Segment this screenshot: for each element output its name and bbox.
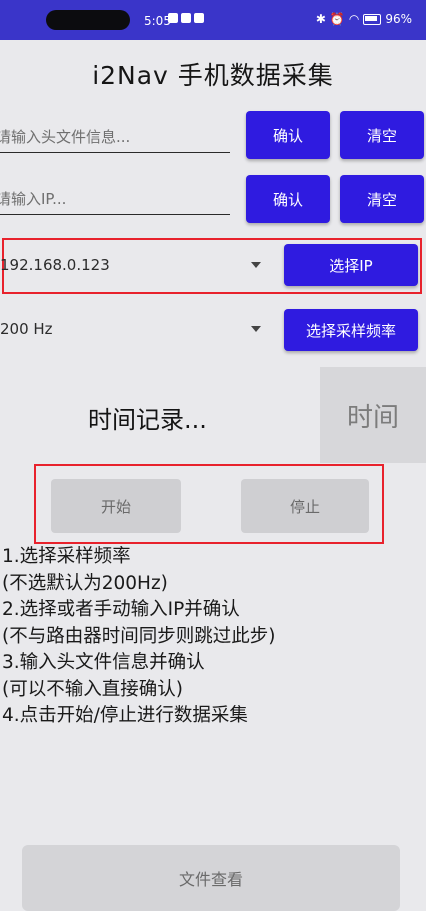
bluetooth-icon: ✱ (315, 12, 326, 26)
instruction-line: (不与路由器时间同步则跳过此步) (2, 625, 276, 647)
instruction-line: (可以不输入直接确认) (2, 678, 183, 700)
stop-button[interactable]: 停止 (241, 479, 369, 533)
notification-icon (194, 13, 204, 23)
rate-spinner[interactable]: 200 Hz (0, 320, 53, 338)
app-screen: 5:05 ✱ ⏰ ◠ 96% i2Nav 手机数据采集 确认 清空 确认 清空 … (0, 0, 426, 911)
wifi-icon: ◠ (348, 12, 360, 26)
status-time: 5:05 (144, 14, 171, 28)
time-record-label: 时间记录... (88, 406, 207, 434)
ip-clear-button[interactable]: 清空 (340, 175, 424, 223)
battery-icon (363, 13, 382, 25)
app-title: i2Nav 手机数据采集 (92, 61, 334, 90)
instructions: 1.选择采样频率 (不选默认为200Hz) 2.选择或者手动输入IP并确认 (不… (2, 544, 422, 730)
file-view-button[interactable]: 文件查看 (22, 845, 400, 911)
notification-icon (168, 13, 178, 23)
camera-cutout (46, 10, 130, 30)
ip-input[interactable] (0, 184, 230, 215)
header-info-input[interactable] (0, 122, 230, 153)
instruction-line: 1.选择采样频率 (2, 546, 131, 567)
notification-icons (168, 13, 204, 23)
chevron-down-icon[interactable] (251, 326, 261, 332)
chevron-down-icon[interactable] (251, 262, 261, 268)
alarm-icon: ⏰ (329, 12, 345, 26)
time-display: 时间 (320, 367, 426, 463)
notification-icon (181, 13, 191, 23)
header-clear-button[interactable]: 清空 (340, 111, 424, 159)
instruction-line: (不选默认为200Hz) (2, 572, 168, 594)
instruction-line: 4.点击开始/停止进行数据采集 (2, 705, 248, 726)
start-button[interactable]: 开始 (51, 479, 181, 533)
select-ip-button[interactable]: 选择IP (284, 244, 418, 286)
instruction-line: 2.选择或者手动输入IP并确认 (2, 599, 240, 620)
status-bar: 5:05 ✱ ⏰ ◠ 96% (0, 0, 426, 40)
battery-level: 96% (385, 12, 412, 26)
status-right: ✱ ⏰ ◠ 96% (316, 12, 412, 26)
select-rate-button[interactable]: 选择采样频率 (284, 309, 418, 351)
instruction-line: 3.输入头文件信息并确认 (2, 652, 205, 673)
ip-confirm-button[interactable]: 确认 (246, 175, 330, 223)
ip-spinner[interactable]: 192.168.0.123 (0, 256, 110, 274)
header-confirm-button[interactable]: 确认 (246, 111, 330, 159)
